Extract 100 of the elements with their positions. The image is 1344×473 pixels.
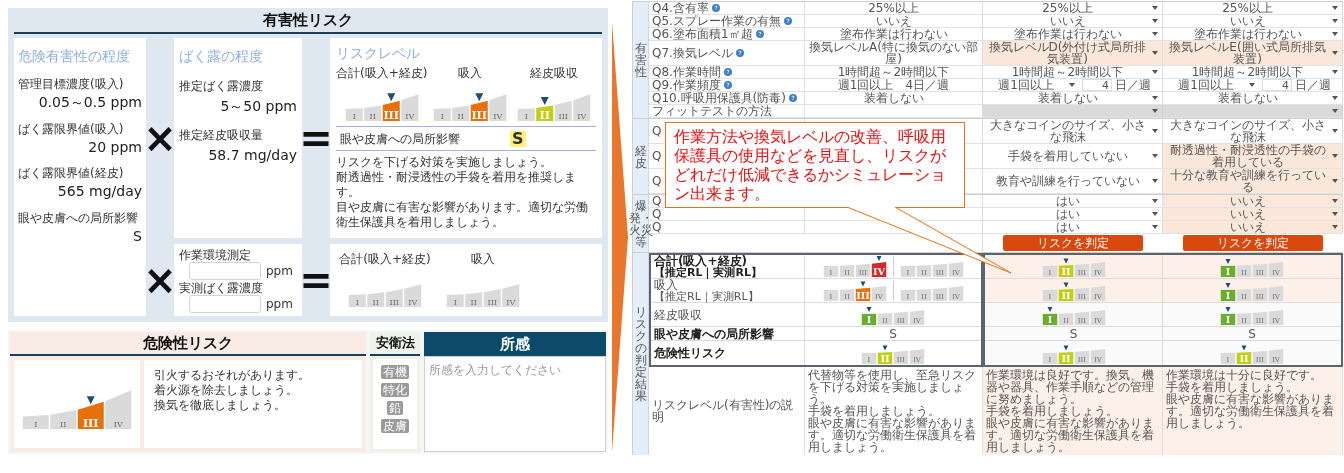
caret-icon <box>1332 199 1338 203</box>
dropdown[interactable]: 十分な教育や訓練を行っている <box>1163 169 1342 193</box>
description-text: 眼や皮膚に有害な影響があります。適切な労働衛生保護具を着用しましょう。 <box>1166 393 1335 429</box>
gauge-segment: II <box>363 105 381 121</box>
field-value: 58.7 mg/day <box>207 146 297 164</box>
description-text: 手袋を着用しましょう。 <box>808 405 941 417</box>
caret-icon <box>1152 6 1158 10</box>
gauge-segment: II <box>536 105 554 121</box>
caret-icon <box>1152 32 1158 36</box>
table-cell: 換気レベルA(特に換気のない部屋) <box>809 41 978 65</box>
table-cell: S <box>889 327 897 340</box>
caret-icon <box>1152 70 1158 74</box>
help-icon[interactable] <box>788 94 797 102</box>
field-label: ばく露限界値(吸入) <box>18 121 125 137</box>
gauge-segment: IV <box>871 262 886 277</box>
level-marker-icon <box>1063 344 1068 350</box>
dropdown[interactable]: 換気レベルD(外付け式局所排気装置) <box>983 41 1162 65</box>
row-label: 眼や皮膚への局所影響 <box>654 327 775 340</box>
advice-text: 引火するおそれがあります。 <box>154 368 311 383</box>
gauge-segment: III <box>554 100 572 121</box>
help-icon[interactable] <box>723 68 732 76</box>
caret-icon <box>1332 225 1338 229</box>
help-icon[interactable] <box>711 4 720 12</box>
gauge-segment: I <box>22 414 49 429</box>
gauge-segment: III <box>382 100 400 121</box>
field-value: 20 ppm <box>87 138 142 156</box>
level-marker-icon <box>386 93 395 102</box>
unit-label: ppm <box>266 295 293 313</box>
gauge-label: 合計(吸入+経皮) <box>336 66 428 81</box>
advice-text: 換気を徹底しましょう。 <box>154 398 287 413</box>
caret-icon <box>1152 96 1158 100</box>
card-title: 危険有害性の程度 <box>18 47 131 66</box>
law-tag: 鉛 <box>387 401 403 415</box>
help-icon[interactable] <box>735 49 744 57</box>
dropdown[interactable]: 換気レベルE(囲い式局所排気装置) <box>1163 41 1342 65</box>
gauge-segment: II <box>367 292 385 307</box>
dropdown[interactable]: 耐透過性・耐浸透性の手袋の着用している <box>1163 144 1342 168</box>
field-label: 作業環境測定 <box>179 247 252 262</box>
question-label: Q7.換気レベル <box>652 47 733 59</box>
table-cell: いいえ <box>875 15 912 27</box>
equals-sign: = <box>299 260 333 300</box>
gauge-segment: I <box>1220 313 1236 325</box>
field-value: 565 mg/day <box>56 183 142 201</box>
caret-icon <box>1152 199 1158 203</box>
help-icon[interactable] <box>723 81 732 89</box>
caret-icon <box>1332 129 1338 133</box>
question-label: Q4.含有率 <box>652 2 709 14</box>
caret-icon <box>1249 83 1255 87</box>
dropdown[interactable]: いいえ <box>1163 208 1342 220</box>
row-label: 危険性リスク <box>654 347 727 359</box>
row-label: 経皮吸収 <box>654 308 703 321</box>
judge-risk-button[interactable]: リスクを判定 <box>1183 235 1323 251</box>
table-cell: S <box>1163 327 1341 340</box>
field-value: 0.05～0.5 ppm <box>37 94 142 112</box>
caret-icon <box>1332 109 1338 113</box>
caret-icon <box>1332 179 1338 183</box>
gauge-segment: II <box>1058 351 1073 364</box>
gauge-label: 経皮吸収 <box>529 66 578 81</box>
unit-label: 日／週 <box>1295 79 1331 91</box>
question-label: Q <box>652 208 662 220</box>
days-field[interactable]: 4 <box>1262 79 1292 91</box>
table-cell: 25%以上 <box>868 2 919 14</box>
unit-label: ppm <box>266 262 293 280</box>
caret-icon <box>1069 83 1075 87</box>
remarks-field[interactable]: 所感を入力してください <box>424 356 606 452</box>
dropdown[interactable]: いいえ <box>1163 195 1342 207</box>
table-cell: S <box>985 327 1163 340</box>
gauge-segment: III <box>385 289 403 307</box>
group-label: 有害性 <box>633 2 649 118</box>
description-text: 眼や皮膚に有害な影響があります。適切な労働衛生保護具を着用しましょう。 <box>986 417 1155 453</box>
question-label: Q <box>652 221 662 233</box>
description-text: 作業環境は十分に良好です。 <box>1166 369 1323 381</box>
input-field[interactable] <box>189 261 261 280</box>
question-label: Q6.塗布面積1㎡超 <box>652 28 753 40</box>
gauge-segment: I <box>446 294 464 307</box>
gauge-label: 吸入 <box>471 252 495 267</box>
level-marker-icon <box>1063 282 1068 288</box>
input-field[interactable] <box>189 294 261 313</box>
table-cell: 週1回以上 4日／週 <box>837 79 950 91</box>
gauge-segment: I <box>517 108 535 121</box>
question-label: Q9.作業頻度 <box>652 79 721 91</box>
advice-text: 目や皮膚に有害な影響があります。適切な労働衛生保護具を着用しましょう。 <box>336 200 589 230</box>
table-cell: 塗布作業は行わない <box>839 28 948 40</box>
dropdown[interactable]: いいえ <box>1163 221 1342 233</box>
days-field[interactable]: 4 <box>1082 79 1112 91</box>
field-label: 実測ばく露濃度 <box>179 280 264 295</box>
description-text: 眼や皮膚に有害な影響があります。適切な労働衛生保護具を着用しましょう。 <box>808 417 977 453</box>
row-label: リスクレベル(有害性)の説明 <box>652 399 795 423</box>
gauge-segment: III <box>470 100 488 121</box>
judge-risk-button[interactable]: リスクを判定 <box>1003 235 1143 251</box>
help-icon[interactable] <box>755 30 764 38</box>
advice-text: リスクを下げる対策を実施しましょう。 <box>336 155 553 170</box>
law-tag: 有機 <box>381 365 409 379</box>
advice-text: 着火源を除去しましょう。 <box>154 383 299 398</box>
gauge-segment: I <box>1220 289 1236 301</box>
caret-icon <box>1332 154 1338 158</box>
help-icon[interactable] <box>783 17 792 25</box>
caret-icon <box>1332 70 1338 74</box>
gauge-segment: II <box>50 410 77 429</box>
caret-icon <box>1152 129 1158 133</box>
